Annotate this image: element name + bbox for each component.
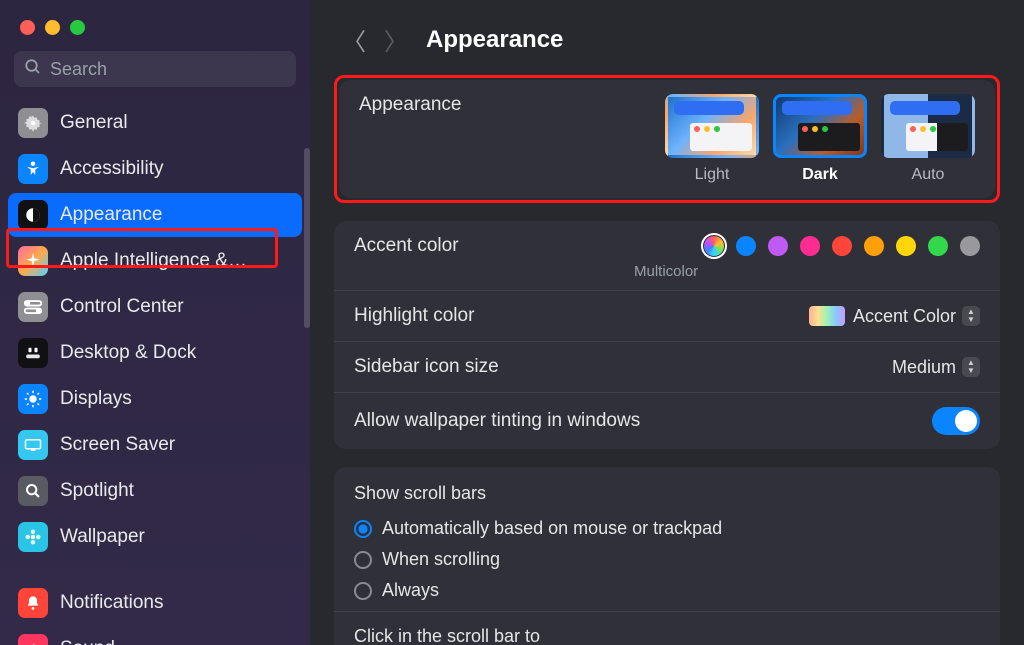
- radio-icon: [354, 551, 372, 569]
- sparkle-icon: [18, 246, 48, 276]
- light-thumb: [665, 94, 759, 158]
- appearance-label: Appearance: [359, 94, 461, 116]
- sidebar-item-desktop-dock[interactable]: Desktop & Dock: [8, 331, 302, 375]
- search-placeholder: Search: [50, 59, 107, 80]
- sidebar-item-label: Desktop & Dock: [60, 342, 196, 364]
- sidebar-item-label: General: [60, 112, 128, 134]
- sun-icon: [18, 384, 48, 414]
- accent-color-options: [704, 236, 980, 256]
- click-scroll-bar-title: Click in the scroll bar to: [354, 626, 980, 645]
- search-icon: [24, 58, 42, 81]
- sidebar-item-displays[interactable]: Displays: [8, 377, 302, 421]
- search-icon-sb: [18, 476, 48, 506]
- sidebar-item-label: Spotlight: [60, 480, 134, 502]
- appearance-option-label: Auto: [912, 166, 945, 184]
- scrollbar[interactable]: [304, 148, 310, 328]
- sidebar-item-appearance[interactable]: Appearance: [8, 193, 302, 237]
- accent-red[interactable]: [832, 236, 852, 256]
- gradient-swatch-icon: [809, 306, 845, 326]
- switches-icon: [18, 292, 48, 322]
- radio-icon: [354, 520, 372, 538]
- speaker-icon: [18, 634, 48, 645]
- highlight-color-select[interactable]: Accent Color ▲▼: [809, 306, 980, 327]
- sidebar-item-label: Wallpaper: [60, 526, 145, 548]
- scroll-bars-radiogroup: Automatically based on mouse or trackpad…: [354, 514, 980, 605]
- sidebar-item-label: Sound: [60, 638, 115, 645]
- person-icon: [18, 154, 48, 184]
- sidebar-icon-size-label: Sidebar icon size: [354, 356, 499, 378]
- accent-blue[interactable]: [736, 236, 756, 256]
- scroll-option-auto[interactable]: Automatically based on mouse or trackpad: [354, 518, 980, 539]
- accent-purple[interactable]: [768, 236, 788, 256]
- sidebar-item-wallpaper[interactable]: Wallpaper: [8, 515, 302, 559]
- sidebar-item-spotlight[interactable]: Spotlight: [8, 469, 302, 513]
- close-icon[interactable]: [20, 20, 35, 35]
- sidebar-item-label: Appearance: [60, 204, 162, 226]
- radio-label: When scrolling: [382, 549, 500, 570]
- sidebar-icon-size-select[interactable]: Medium ▲▼: [892, 357, 980, 378]
- annotation-appearance-highlight: Appearance Light: [334, 75, 1000, 203]
- gear-icon: [18, 108, 48, 138]
- accent-green[interactable]: [928, 236, 948, 256]
- dock-icon: [18, 338, 48, 368]
- zoom-icon[interactable]: [70, 20, 85, 35]
- radio-icon: [354, 582, 372, 600]
- flower-icon: [18, 522, 48, 552]
- main-panel: 〈 〉 Appearance Appearance Light: [310, 0, 1024, 645]
- bell-icon: [18, 588, 48, 618]
- sidebar-item-apple-intelligence[interactable]: Apple Intelligence &…: [8, 239, 302, 283]
- screensaver-icon: [18, 430, 48, 460]
- appearance-option-auto[interactable]: Auto: [881, 94, 975, 184]
- accent-pink[interactable]: [800, 236, 820, 256]
- highlight-color-label: Highlight color: [354, 305, 474, 327]
- accent-color-label: Accent color: [354, 235, 459, 257]
- minimize-icon[interactable]: [45, 20, 60, 35]
- appearance-option-dark[interactable]: Dark: [773, 94, 867, 184]
- auto-thumb: [881, 94, 975, 158]
- accent-orange[interactable]: [864, 236, 884, 256]
- appearance-options: Light Dark: [665, 94, 975, 184]
- radio-label: Automatically based on mouse or trackpad: [382, 518, 722, 539]
- window-controls: [0, 12, 310, 51]
- appearance-option-light[interactable]: Light: [665, 94, 759, 184]
- sidebar-item-control-center[interactable]: Control Center: [8, 285, 302, 329]
- sidebar-item-accessibility[interactable]: Accessibility: [8, 147, 302, 191]
- sidebar-item-general[interactable]: General: [8, 101, 302, 145]
- page-title: Appearance: [426, 26, 563, 54]
- scroll-bars-title: Show scroll bars: [354, 483, 980, 504]
- accent-multicolor[interactable]: [704, 236, 724, 256]
- chevron-updown-icon: ▲▼: [962, 357, 980, 377]
- contrast-icon: [18, 200, 48, 230]
- sidebar-icon-size-value: Medium: [892, 357, 956, 378]
- dark-thumb: [773, 94, 867, 158]
- sidebar: Search General Accessibility Appearance …: [0, 0, 310, 645]
- scroll-option-always[interactable]: Always: [354, 580, 980, 601]
- accent-graphite[interactable]: [960, 236, 980, 256]
- sidebar-item-notifications[interactable]: Notifications: [8, 581, 302, 625]
- appearance-option-label: Dark: [802, 166, 838, 184]
- sidebar-item-screen-saver[interactable]: Screen Saver: [8, 423, 302, 467]
- forward-button[interactable]: 〉: [384, 22, 408, 57]
- titlebar: 〈 〉 Appearance: [310, 0, 1024, 75]
- sidebar-item-label: Control Center: [60, 296, 184, 318]
- wallpaper-tinting-label: Allow wallpaper tinting in windows: [354, 410, 640, 432]
- sidebar-item-sound[interactable]: Sound: [8, 627, 302, 645]
- sidebar-item-label: Notifications: [60, 592, 164, 614]
- accent-sublabel: Multicolor: [354, 263, 698, 280]
- wallpaper-tinting-toggle[interactable]: [932, 407, 980, 435]
- sidebar-item-label: Screen Saver: [60, 434, 175, 456]
- back-button[interactable]: 〈: [342, 22, 366, 57]
- sidebar-item-label: Apple Intelligence &…: [60, 250, 247, 272]
- chevron-updown-icon: ▲▼: [962, 306, 980, 326]
- sidebar-nav: General Accessibility Appearance Apple I…: [0, 101, 310, 645]
- search-input[interactable]: Search: [14, 51, 296, 87]
- accent-yellow[interactable]: [896, 236, 916, 256]
- radio-label: Always: [382, 580, 439, 601]
- scroll-option-when-scrolling[interactable]: When scrolling: [354, 549, 980, 570]
- appearance-option-label: Light: [695, 166, 730, 184]
- highlight-color-value: Accent Color: [853, 306, 956, 327]
- sidebar-item-label: Displays: [60, 388, 132, 410]
- sidebar-item-label: Accessibility: [60, 158, 163, 180]
